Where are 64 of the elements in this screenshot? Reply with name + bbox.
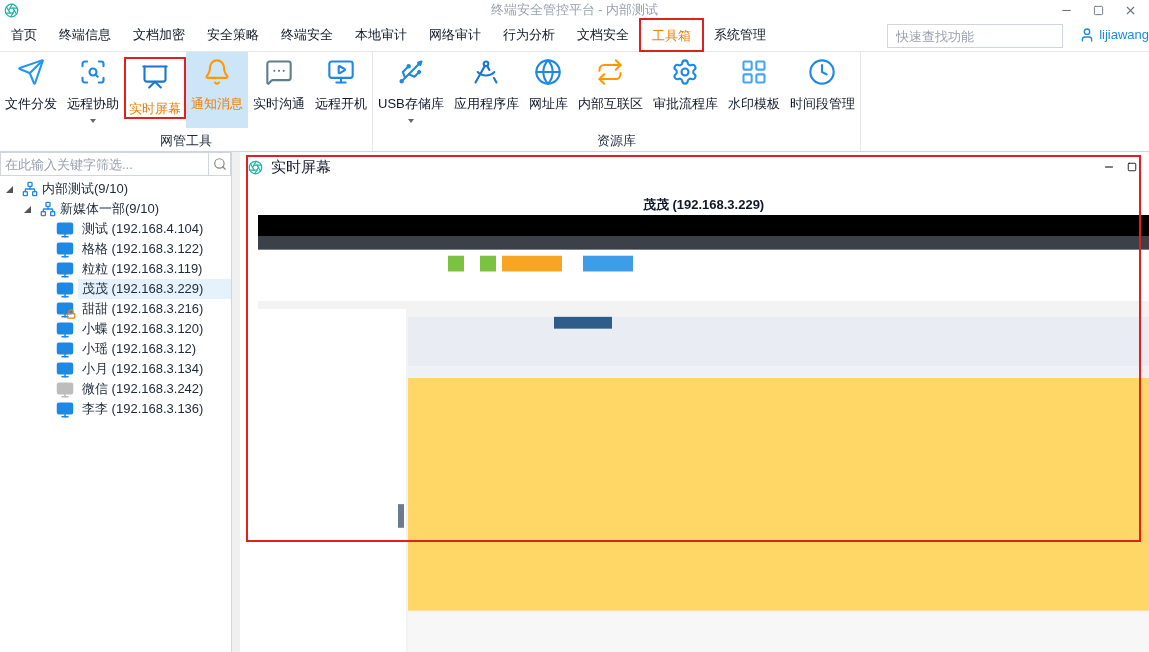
menu-tab[interactable]: 安全策略 — [196, 19, 270, 51]
menu-tab[interactable]: 系统管理 — [703, 19, 777, 51]
maximize-icon[interactable] — [1093, 4, 1104, 16]
menu-tab[interactable]: 网络审计 — [418, 19, 492, 51]
app-logo-icon — [4, 2, 19, 18]
maximize-icon[interactable] — [1127, 162, 1137, 172]
tree-group-label[interactable]: 新媒体一部(9/10) — [60, 199, 159, 219]
send-icon — [17, 58, 45, 86]
menu-tab[interactable]: 终端安全 — [270, 19, 344, 51]
clock-icon — [808, 58, 837, 86]
computer-item[interactable]: 格格 (192.168.3.122) — [78, 239, 231, 259]
video-icon — [327, 58, 355, 86]
panel-title: 实时屏幕 — [271, 156, 331, 177]
computer-item[interactable]: 微信 (192.168.3.242) — [78, 379, 231, 399]
ribbon-tool-button[interactable]: 实时沟通 — [248, 52, 310, 128]
ribbon-group-title: 网管工具 — [159, 132, 213, 150]
org-icon — [40, 201, 56, 217]
ribbon-group-title: 资源库 — [595, 132, 637, 150]
menu-tab[interactable]: 首页 — [0, 19, 48, 51]
caret-icon — [90, 118, 96, 123]
computer-item[interactable]: 茂茂 (192.168.3.229) — [78, 279, 231, 299]
search-button[interactable] — [209, 152, 231, 176]
computer-item[interactable]: 小瑶 (192.168.3.12) — [78, 339, 231, 359]
menu-tab[interactable]: 本地审计 — [344, 19, 418, 51]
menu-tab[interactable]: 文档加密 — [122, 19, 196, 51]
compass-icon — [472, 58, 501, 86]
ribbon-tool-button[interactable]: USB存储库 — [373, 52, 449, 128]
exchange-icon — [596, 58, 625, 86]
ribbon-tool-button[interactable]: 水印模板 — [722, 52, 785, 128]
menu-tab[interactable]: 终端信息 — [48, 19, 122, 51]
org-icon — [22, 181, 38, 197]
ribbon-tool-button[interactable]: 审批流程库 — [647, 52, 723, 128]
globe-icon — [534, 58, 563, 86]
filter-field[interactable]: 在此输入关键字筛选... — [0, 152, 209, 176]
caret-icon — [407, 118, 414, 123]
expand-arrow-icon[interactable] — [24, 205, 31, 213]
grid-icon — [739, 58, 768, 86]
menu-tab[interactable]: 文档安全 — [566, 19, 640, 51]
gear-icon — [671, 58, 700, 86]
ribbon-tool-button[interactable]: 远程开机 — [310, 52, 372, 128]
computer-item[interactable]: 测试 (192.168.4.104) — [78, 219, 231, 239]
chat-icon — [265, 58, 293, 86]
usb-icon — [396, 58, 425, 86]
panel-logo-icon — [248, 159, 263, 175]
bell-icon — [203, 58, 231, 86]
expand-arrow-icon[interactable] — [6, 185, 13, 193]
window-title: 终端安全管控平台 - 内部测试 — [490, 1, 659, 20]
ribbon-tool-button[interactable]: 远程协助 — [62, 52, 124, 128]
ribbon-tool-button[interactable]: 内部互联区 — [572, 52, 648, 128]
computer-item[interactable]: 小蝶 (192.168.3.120) — [78, 319, 231, 339]
search-icon — [212, 157, 227, 171]
computer-item[interactable]: 甜甜 (192.168.3.216) — [78, 299, 231, 319]
menu-tab[interactable]: 行为分析 — [492, 19, 566, 51]
quick-search-field[interactable]: 快速查找功能 — [887, 24, 1064, 48]
computer-item[interactable]: 粒粒 (192.168.3.119) — [78, 259, 231, 279]
computer-item[interactable]: 小月 (192.168.3.134) — [78, 359, 231, 379]
computer-item[interactable]: 李李 (192.168.3.136) — [78, 399, 231, 419]
ribbon-tool-button[interactable]: 文件分发 — [0, 52, 62, 128]
ribbon-tool-button[interactable]: 网址库 — [523, 52, 573, 128]
tree-group-label[interactable]: 内部测试(9/10) — [42, 179, 128, 199]
user-name[interactable]: lijiawang — [1099, 24, 1149, 44]
screen-caption: 茂茂 (192.168.3.229) — [641, 196, 766, 214]
ribbon-tool-button[interactable]: 时间段管理 — [784, 52, 860, 128]
ribbon-tool-button[interactable]: 应用程序库 — [448, 52, 524, 128]
